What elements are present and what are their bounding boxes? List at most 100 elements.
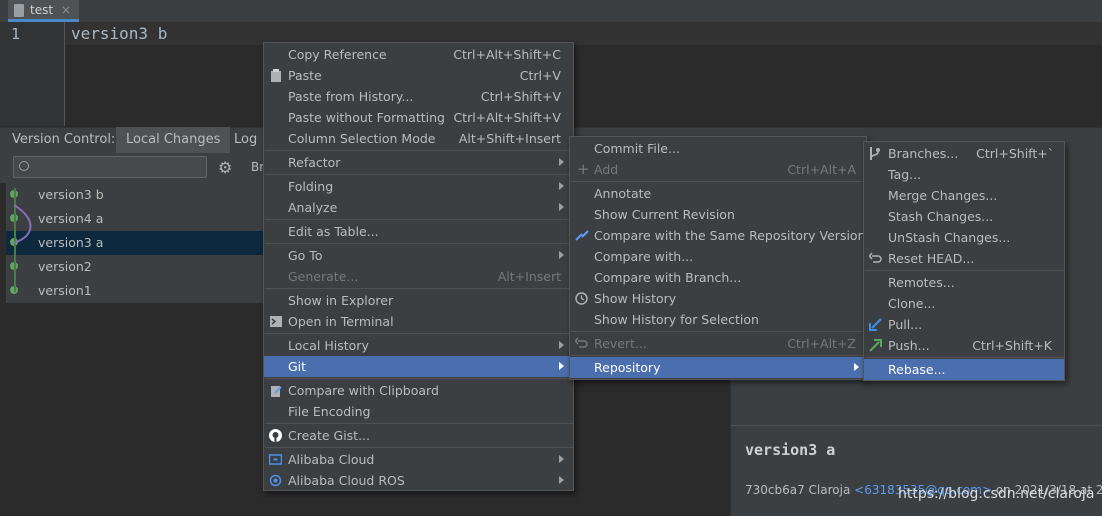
menu-separator: [265, 333, 574, 334]
editor-gutter: [0, 22, 65, 126]
menu-item-reset-head[interactable]: Reset HEAD...: [864, 248, 1064, 269]
menu-separator: [265, 174, 574, 175]
menu-item-go-to[interactable]: Go To: [264, 245, 573, 266]
menu-separator: [571, 355, 867, 356]
menu-item-refactor[interactable]: Refactor: [264, 152, 573, 173]
chevron-right-icon: [854, 363, 859, 371]
menu-item-merge-changes[interactable]: Merge Changes...: [864, 185, 1064, 206]
menu-item-compare-with-branch[interactable]: Compare with Branch...: [570, 267, 866, 288]
search-icon: [19, 161, 29, 171]
file-icon: [14, 4, 24, 17]
menu-item-paste-from-history[interactable]: Paste from History... Ctrl+Shift+V: [264, 86, 573, 107]
table-row[interactable]: version1: [6, 279, 268, 303]
table-row[interactable]: version3 b: [6, 183, 268, 207]
code-line[interactable]: version3 b: [71, 23, 167, 45]
close-icon[interactable]: ×: [61, 3, 71, 17]
revert-icon: [575, 337, 588, 348]
compare-clipboard-icon: [271, 386, 282, 397]
repository-submenu: Branches... Ctrl+Shift+` Tag... Merge Cha…: [863, 141, 1065, 381]
menu-item-edit-as-table[interactable]: Edit as Table...: [264, 221, 573, 242]
pull-arrow-icon: [869, 318, 882, 331]
menu-item-paste-without-formatting[interactable]: Paste without Formatting Ctrl+Alt+Shift+V: [264, 107, 573, 128]
details-separator: [731, 425, 1102, 426]
menu-item-pull[interactable]: Pull...: [864, 314, 1064, 335]
graph-merge-arc: [13, 205, 32, 244]
menu-item-copy-reference[interactable]: Copy Reference Ctrl+Alt+Shift+C: [264, 44, 573, 65]
tab-log[interactable]: Log: [234, 127, 257, 153]
gear-icon[interactable]: ⚙: [218, 158, 232, 177]
tab-local-changes[interactable]: Local Changes: [116, 127, 231, 153]
chevron-right-icon: [559, 251, 564, 259]
menu-separator: [265, 219, 574, 220]
github-icon: [269, 429, 282, 442]
menu-item-folding[interactable]: Folding: [264, 176, 573, 197]
menu-item-compare-with[interactable]: Compare with...: [570, 246, 866, 267]
menu-item-show-history[interactable]: Show History: [570, 288, 866, 309]
chevron-right-icon: [559, 362, 564, 370]
plus-icon: +: [577, 160, 590, 178]
chevron-right-icon: [559, 476, 564, 484]
git-submenu: Commit File... + Add Ctrl+Alt+A Annotate …: [569, 136, 867, 380]
line-number: 1: [11, 25, 21, 43]
menu-item-show-current-revision[interactable]: Show Current Revision: [570, 204, 866, 225]
editor-context-menu: Copy Reference Ctrl+Alt+Shift+C Paste Ctrl…: [263, 42, 574, 491]
menu-item-show-history-for-selection[interactable]: Show History for Selection: [570, 309, 866, 330]
table-row[interactable]: version4 a: [6, 207, 268, 231]
menu-item-clone[interactable]: Clone...: [864, 293, 1064, 314]
commit-title: version3 a: [745, 441, 836, 459]
menu-item-local-history[interactable]: Local History: [264, 335, 573, 356]
chevron-right-icon: [559, 158, 564, 166]
undo-icon: [869, 252, 882, 263]
menu-item-unstash-changes[interactable]: UnStash Changes...: [864, 227, 1064, 248]
menu-item-paste[interactable]: Paste Ctrl+V: [264, 65, 573, 86]
menu-item-commit-file[interactable]: Commit File...: [570, 138, 866, 159]
menu-item-add: + Add Ctrl+Alt+A: [577, 160, 856, 178]
terminal-icon: [270, 316, 282, 327]
menu-item-analyze[interactable]: Analyze: [264, 197, 573, 218]
menu-item-column-selection-mode[interactable]: Column Selection Mode Alt+Shift+Insert: [264, 128, 573, 149]
menu-item-open-in-terminal[interactable]: Open in Terminal: [264, 311, 573, 332]
menu-item-branches[interactable]: Branches... Ctrl+Shift+`: [864, 143, 1064, 164]
menu-separator: [571, 331, 867, 332]
tab-title: test: [30, 2, 54, 17]
menu-item-push[interactable]: Push... Ctrl+Shift+K: [864, 335, 1064, 356]
editor-tab-test[interactable]: test ×: [8, 0, 80, 22]
menu-item-show-in-explorer[interactable]: Show in Explorer: [264, 290, 573, 311]
chevron-right-icon: [559, 182, 564, 190]
chevron-right-icon: [559, 455, 564, 463]
menu-item-create-gist[interactable]: Create Gist...: [264, 425, 573, 446]
compare-icon: [575, 230, 589, 241]
version-control-title: Version Control:: [12, 132, 116, 147]
menu-item-repository[interactable]: Repository: [570, 357, 866, 378]
menu-separator: [571, 181, 867, 182]
menu-separator: [265, 378, 574, 379]
menu-item-rebase[interactable]: Rebase...: [864, 359, 1064, 380]
log-search-input[interactable]: [13, 156, 207, 178]
clipboard-icon: [271, 69, 281, 82]
menu-separator: [265, 243, 574, 244]
menu-item-compare-with-clipboard[interactable]: Compare with Clipboard: [264, 380, 573, 401]
menu-separator: [865, 357, 1065, 358]
menu-separator: [265, 288, 574, 289]
menu-item-annotate[interactable]: Annotate: [570, 183, 866, 204]
table-row-selected[interactable]: version3 a: [6, 231, 268, 255]
alibaba-cloud-icon: [269, 454, 282, 465]
menu-item-alibaba-cloud-ros[interactable]: Alibaba Cloud ROS: [264, 470, 573, 491]
watermark: https://blog.csdn.net/claroja: [898, 486, 1095, 502]
menu-item-generate: Generate... Alt+Insert: [288, 269, 561, 284]
menu-separator: [865, 270, 1065, 271]
menu-item-stash-changes[interactable]: Stash Changes...: [864, 206, 1064, 227]
editor-tab-strip: [0, 0, 1102, 23]
chevron-right-icon: [559, 341, 564, 349]
menu-item-tag[interactable]: Tag...: [864, 164, 1064, 185]
table-row[interactable]: version2: [6, 255, 268, 279]
menu-separator: [265, 447, 574, 448]
menu-item-compare-same-repo-version[interactable]: Compare with the Same Repository Version: [570, 225, 866, 246]
menu-item-remotes[interactable]: Remotes...: [864, 272, 1064, 293]
alibaba-ros-icon: [269, 474, 282, 487]
menu-item-revert: Revert... Ctrl+Alt+Z: [570, 333, 866, 354]
menu-item-git[interactable]: Git: [264, 356, 573, 377]
clock-icon: [575, 292, 588, 305]
menu-item-alibaba-cloud[interactable]: Alibaba Cloud: [264, 449, 573, 470]
menu-item-file-encoding[interactable]: File Encoding: [264, 401, 573, 422]
